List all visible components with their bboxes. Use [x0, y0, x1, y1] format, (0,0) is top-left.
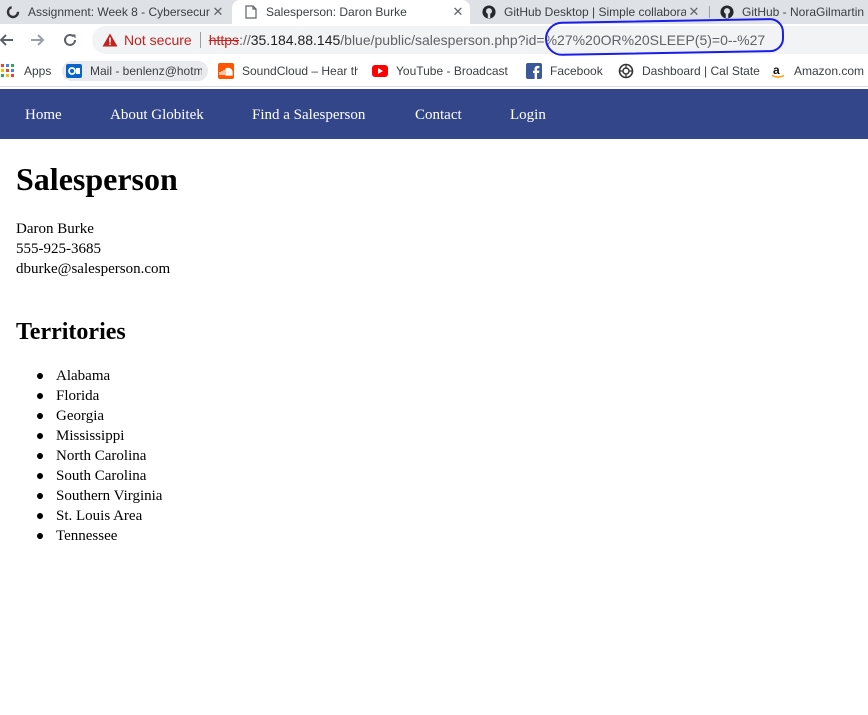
tab-assignment[interactable]: Assignment: Week 8 - Cybersecurity ✕: [0, 0, 230, 24]
bookmark-label: YouTube - Broadcast: [396, 64, 508, 78]
tab-github-desktop[interactable]: GitHub Desktop | Simple collaboration ✕: [474, 0, 706, 24]
address-bar[interactable]: Not secure https://35.184.88.145/blue/pu…: [92, 26, 868, 54]
facebook-icon: [526, 63, 542, 79]
url-path: /blue/public/salesperson.php?id=%27%20OR…: [340, 32, 766, 48]
security-status[interactable]: Not secure: [124, 32, 192, 48]
list-item: South Carolina: [16, 466, 162, 486]
back-arrow-icon[interactable]: [0, 28, 18, 52]
soundcloud-icon: [218, 63, 234, 79]
browser-toolbar: Not secure https://35.184.88.145/blue/pu…: [0, 24, 868, 56]
site-navbar: Home About Globitek Find a Salesperson C…: [0, 89, 868, 139]
list-item: Southern Virginia: [16, 486, 162, 506]
close-icon[interactable]: ✕: [210, 4, 226, 20]
bookmark-label: Amazon.com: [794, 64, 865, 78]
warning-icon[interactable]: [102, 33, 118, 47]
list-item: Tennessee: [16, 526, 162, 546]
bookmark-apps[interactable]: Apps: [0, 61, 51, 81]
salesperson-contact: Daron Burke 555-925-3685 dburke@salesper…: [16, 219, 170, 279]
list-item: Mississippi: [16, 426, 162, 446]
svg-text:a: a: [773, 63, 780, 77]
omnibox-divider: [199, 32, 201, 48]
nav-link-find-salesperson[interactable]: Find a Salesperson: [252, 106, 365, 124]
tab-github-nora[interactable]: GitHub - NoraGilmartin: [712, 0, 868, 24]
bookmark-mail[interactable]: Mail - benlenz@hotmail: [62, 61, 208, 81]
bookmark-label: Mail - benlenz@hotmail: [90, 64, 202, 78]
bookmark-label: Facebook: [550, 64, 603, 78]
salesperson-email: dburke@salesperson.com: [16, 261, 171, 277]
url-host: 35.184.88.145: [250, 32, 341, 48]
territories-heading: Territories: [16, 319, 126, 345]
nav-link-contact[interactable]: Contact: [415, 106, 462, 124]
bookmark-dashboard[interactable]: Dashboard | Cal State: [618, 61, 760, 81]
tab-title: GitHub Desktop | Simple collaboration: [504, 5, 686, 19]
bookmark-label: SoundCloud – Hear the world: [242, 64, 358, 78]
url-text[interactable]: https://35.184.88.145/blue/public/salesp…: [209, 32, 766, 48]
list-item: St. Louis Area: [16, 506, 162, 526]
tab-title: Salesperson: Daron Burke: [266, 5, 407, 19]
forward-arrow-icon[interactable]: [26, 28, 50, 52]
tab-salesperson[interactable]: Salesperson: Daron Burke ✕: [232, 0, 470, 24]
bookmark-facebook[interactable]: Facebook: [526, 61, 603, 81]
bookmark-soundcloud[interactable]: SoundCloud – Hear the world: [218, 61, 358, 81]
list-item: Georgia: [16, 406, 162, 426]
canvas-icon: [6, 5, 20, 19]
apps-grid-icon: [0, 63, 16, 79]
salesperson-phone: 555-925-3685: [16, 241, 101, 257]
outlook-icon: [66, 63, 82, 79]
bookmark-label: Apps: [24, 64, 52, 78]
nav-link-login[interactable]: Login: [510, 106, 546, 124]
github-icon: [482, 5, 496, 19]
nav-link-home[interactable]: Home: [25, 106, 62, 124]
bookmark-youtube[interactable]: YouTube - Broadcast: [372, 61, 510, 81]
list-item: North Carolina: [16, 446, 162, 466]
url-scheme: https: [208, 32, 240, 48]
territories-list: Alabama Florida Georgia Mississippi Nort…: [16, 366, 162, 546]
tab-title: GitHub - NoraGilmartin: [742, 5, 865, 19]
tab-strip: Assignment: Week 8 - Cybersecurity ✕ Sal…: [0, 0, 868, 24]
tab-title: Assignment: Week 8 - Cybersecurity: [28, 5, 210, 19]
youtube-icon: [372, 63, 388, 79]
bookmarks-bar: Apps Mail - benlenz@hotmail SoundCloud –…: [0, 56, 868, 87]
page-icon: [244, 5, 258, 19]
nav-link-about[interactable]: About Globitek: [110, 106, 204, 124]
github-icon: [720, 5, 734, 19]
tab-divider: [709, 6, 710, 18]
list-item: Florida: [16, 386, 162, 406]
reload-icon[interactable]: [58, 28, 82, 52]
bookmark-amazon[interactable]: a Amazon.com: [770, 61, 868, 81]
salesperson-name: Daron Burke: [16, 221, 94, 237]
url-separator: ://: [239, 32, 251, 48]
bookmark-label: Dashboard | Cal State: [642, 64, 760, 78]
page-title: Salesperson: [16, 161, 178, 197]
amazon-icon: a: [770, 63, 786, 79]
list-item: Alabama: [16, 366, 162, 386]
close-icon[interactable]: ✕: [686, 4, 702, 20]
dashboard-icon: [618, 63, 634, 79]
close-icon[interactable]: ✕: [450, 4, 466, 20]
